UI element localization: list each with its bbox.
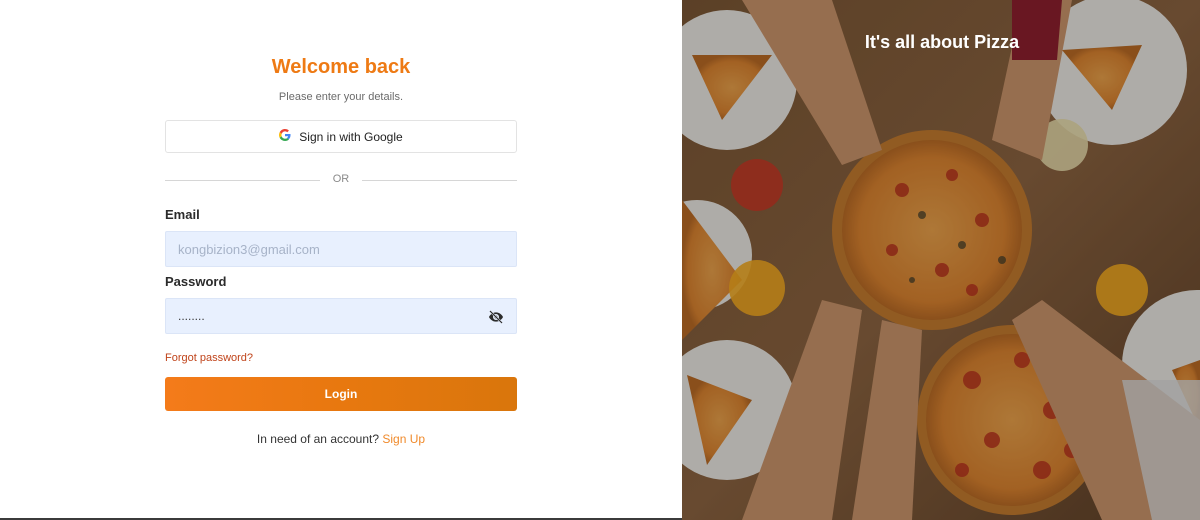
page-subtitle: Please enter your details. (278, 91, 404, 103)
forgot-password-link[interactable]: Forgot password? (165, 352, 253, 364)
signup-prompt: In need of an account? (256, 432, 380, 446)
google-icon (279, 129, 291, 144)
login-button[interactable]: Login (165, 377, 517, 411)
hero-title: It's all about Pizza (864, 32, 1020, 52)
email-field[interactable] (178, 241, 504, 257)
signup-link[interactable]: Sign Up (382, 432, 425, 446)
hero-image-panel: It's all about Pizza (682, 0, 1200, 520)
login-panel: Welcome back Please enter your details. … (0, 0, 682, 520)
google-signin-label: Sign in with Google (299, 129, 403, 144)
pizza-table-photo (682, 0, 1200, 520)
eye-off-icon[interactable] (488, 309, 504, 325)
signup-row: In need of an account? Sign Up (0, 432, 682, 446)
divider-or: OR (332, 173, 350, 185)
password-label: Password (165, 274, 227, 289)
page-title: Welcome back (271, 56, 411, 78)
divider-left (165, 180, 320, 181)
google-signin-button[interactable]: Sign in with Google (165, 120, 517, 153)
password-field[interactable]: ........ (178, 309, 205, 323)
divider-right (362, 180, 517, 181)
email-field-wrapper (165, 231, 517, 267)
email-label: Email (165, 207, 200, 222)
password-field-wrapper: ........ (165, 298, 517, 334)
